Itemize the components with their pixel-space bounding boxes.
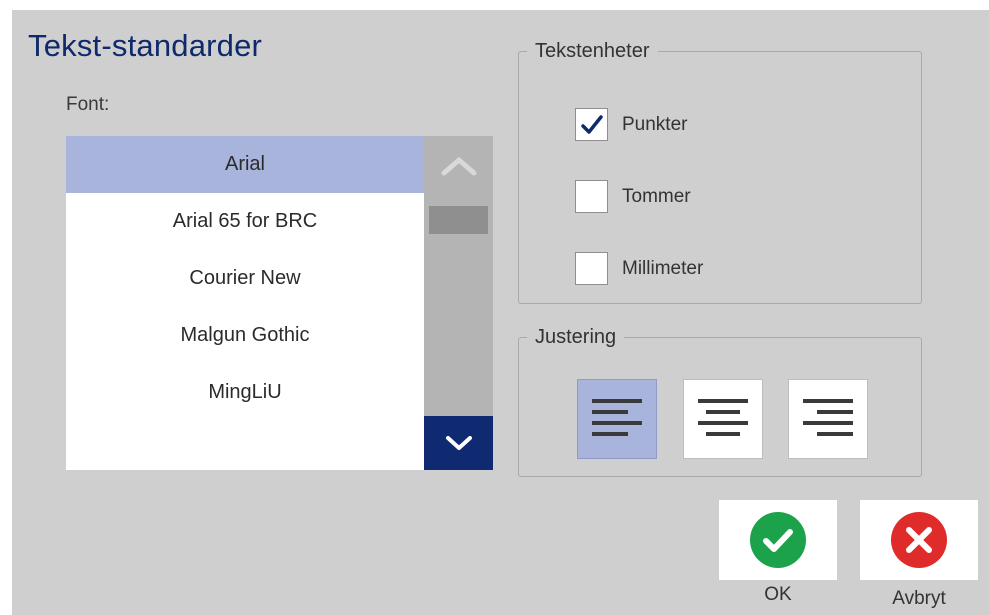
- chevron-down-icon: [445, 436, 472, 450]
- text-defaults-dialog: Tekst-standarder Font: Arial Arial 65 fo…: [12, 10, 989, 615]
- punkter-label: Punkter: [622, 113, 688, 135]
- ok-label: OK: [764, 584, 792, 605]
- millimeter-label: Millimeter: [622, 257, 704, 279]
- tommer-label: Tommer: [622, 185, 691, 207]
- scroll-thumb[interactable]: [429, 206, 488, 234]
- text-units-legend: Tekstenheter: [535, 40, 650, 62]
- font-list-item[interactable]: Courier New: [66, 250, 424, 307]
- font-list-item[interactable]: Malgun Gothic: [66, 307, 424, 364]
- unit-option-millimeter[interactable]: Millimeter: [575, 252, 703, 285]
- align-center-button[interactable]: [683, 379, 763, 459]
- align-center-icon: [698, 399, 748, 436]
- dialog-title: Tekst-standarder: [28, 28, 263, 63]
- checkmark-icon: [580, 114, 603, 134]
- millimeter-checkbox[interactable]: [575, 252, 608, 285]
- tommer-checkbox[interactable]: [575, 180, 608, 213]
- alignment-legend: Justering: [535, 326, 617, 348]
- ok-button[interactable]: [719, 500, 837, 580]
- chevron-up-icon: [441, 157, 476, 176]
- check-circle-icon: [750, 512, 806, 568]
- font-list-scrollbar[interactable]: [424, 136, 493, 470]
- unit-option-tommer[interactable]: Tommer: [575, 180, 691, 213]
- cancel-label: Avbryt: [892, 588, 946, 609]
- unit-option-punkter[interactable]: Punkter: [575, 108, 687, 141]
- font-list-item[interactable]: Arial 65 for BRC: [66, 193, 424, 250]
- alignment-group: Justering: [518, 326, 922, 477]
- font-list[interactable]: Arial Arial 65 for BRC Courier New Malgu…: [66, 136, 424, 470]
- font-list-item-selected[interactable]: Arial: [66, 136, 424, 193]
- align-right-button[interactable]: [788, 379, 868, 459]
- scroll-up-button[interactable]: [424, 136, 493, 196]
- align-left-icon: [592, 399, 642, 436]
- align-right-icon: [803, 399, 853, 436]
- font-label: Font:: [66, 94, 110, 115]
- align-left-button[interactable]: [577, 379, 657, 459]
- font-list-item[interactable]: MingLiU: [66, 364, 424, 421]
- punkter-checkbox[interactable]: [575, 108, 608, 141]
- x-circle-icon: [891, 512, 947, 568]
- cancel-button[interactable]: [860, 500, 978, 580]
- scroll-down-button[interactable]: [424, 416, 493, 470]
- text-units-group: Tekstenheter Punkter Tommer Millimeter: [518, 40, 922, 304]
